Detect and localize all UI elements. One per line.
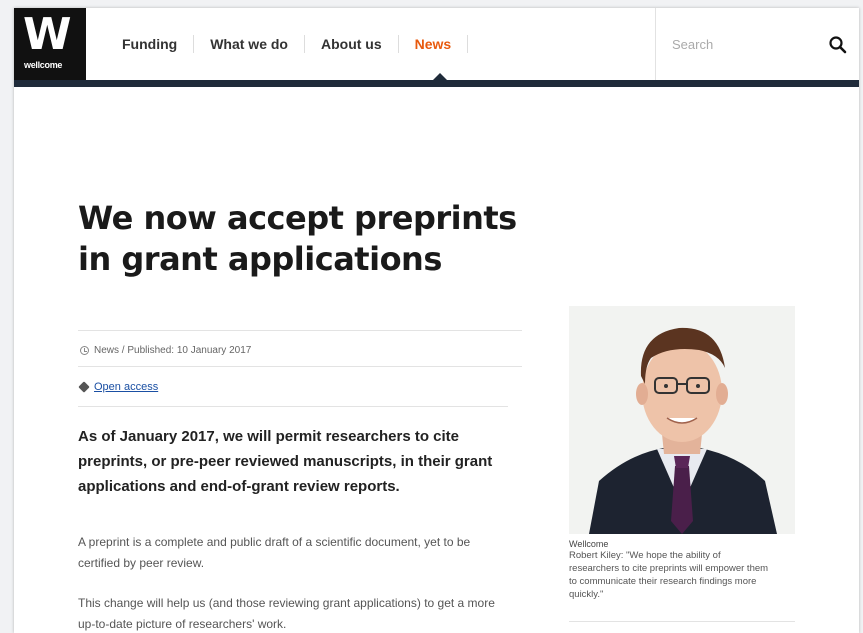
search-box xyxy=(655,8,859,80)
logo-letter: W xyxy=(23,9,72,60)
active-nav-pointer xyxy=(433,73,447,80)
article-paragraph: This change will help us (and those revi… xyxy=(78,596,495,631)
publish-info: News / Published: 10 January 2017 xyxy=(94,345,252,356)
divider xyxy=(78,366,522,367)
article-lead: As of January 2017, we will permit resea… xyxy=(78,428,493,495)
divider xyxy=(569,621,795,622)
portrait-illustration xyxy=(569,306,795,534)
nav-item-about-us[interactable]: About us xyxy=(305,35,399,53)
nav-item-funding[interactable]: Funding xyxy=(114,35,195,53)
clock-icon xyxy=(80,346,89,355)
search-input[interactable] xyxy=(672,34,822,54)
logo-wordmark: wellcome xyxy=(24,60,63,70)
divider xyxy=(78,330,522,331)
topic-tag: Open access xyxy=(78,381,158,393)
tag-icon xyxy=(78,381,90,393)
photo-caption: Robert Kiley: "We hope the ability of re… xyxy=(569,550,769,600)
header-bar xyxy=(14,80,859,87)
site-header: W wellcome Funding What we do About us N… xyxy=(14,8,859,80)
photo-credit: Wellcome xyxy=(569,539,609,549)
nav-item-news[interactable]: News xyxy=(399,35,469,53)
wellcome-logo[interactable]: W wellcome xyxy=(14,8,86,80)
main-nav: Funding What we do About us News xyxy=(114,8,469,80)
portrait-photo xyxy=(569,306,795,534)
divider xyxy=(78,406,508,407)
article-meta: News / Published: 10 January 2017 xyxy=(80,345,251,356)
tag-link-open-access[interactable]: Open access xyxy=(94,381,158,393)
article-paragraph: A preprint is a complete and public draf… xyxy=(78,535,471,570)
search-icon[interactable] xyxy=(828,35,848,55)
page-frame: W wellcome Funding What we do About us N… xyxy=(14,8,859,633)
page-title: We now accept preprints in grant applica… xyxy=(78,199,517,278)
nav-item-what-we-do[interactable]: What we do xyxy=(194,35,305,53)
